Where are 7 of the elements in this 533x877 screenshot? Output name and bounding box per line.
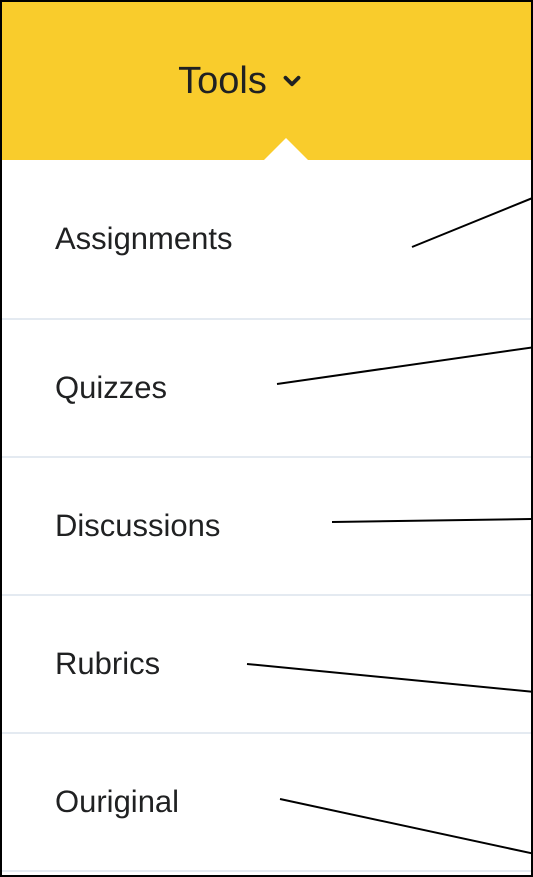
menu-pointer-icon — [264, 136, 308, 160]
menu-item[interactable]: Ouriginal — [55, 778, 180, 826]
menu-item[interactable]: Assignments — [55, 216, 232, 262]
menu-item[interactable]: Rubrics — [55, 640, 160, 688]
menu-item[interactable]: Quizzes — [55, 364, 167, 412]
menu-item[interactable]: Discussions — [55, 502, 220, 550]
tools-menu-button[interactable]: Tools — [178, 52, 305, 110]
